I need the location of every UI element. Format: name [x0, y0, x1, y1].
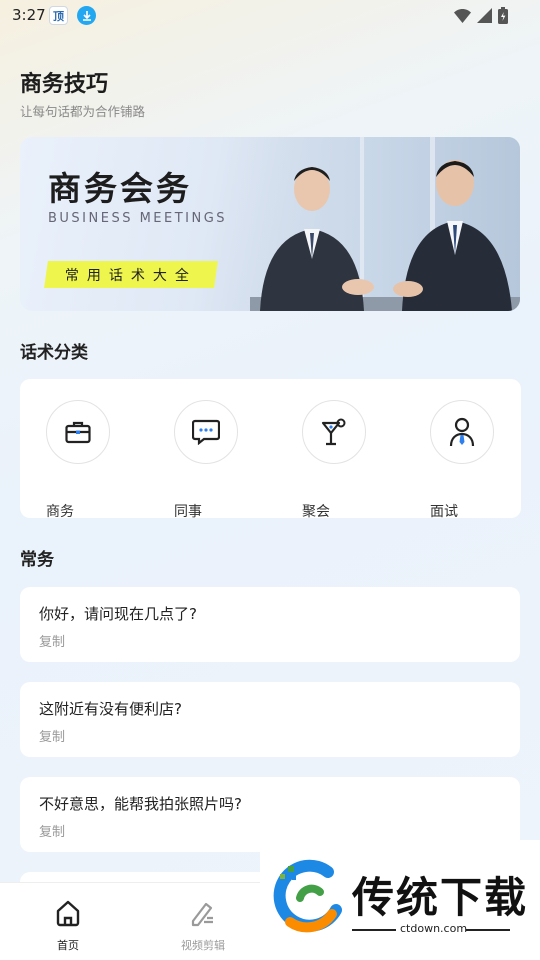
status-time: 3:27 [12, 6, 46, 24]
category-interview[interactable]: 面试 [430, 400, 496, 520]
watermark-line-right [466, 929, 510, 931]
watermark-logo [273, 859, 342, 933]
page-title: 商务技巧 [20, 72, 109, 97]
wifi-icon [454, 8, 471, 23]
battery-charging-icon [498, 7, 508, 24]
copy-button[interactable]: 复制 [39, 726, 65, 745]
phrase-text: 你好，请问现在几点了? [39, 605, 197, 623]
chat-bubble-icon [192, 419, 220, 445]
phrase-card[interactable]: 你好，请问现在几点了? 复制 [20, 587, 520, 662]
phrase-text: 不好意思，能帮我拍张照片吗? [39, 795, 242, 813]
banner-subtitle: BUSINESS MEETINGS [48, 211, 228, 226]
phrases-heading: 常务 [20, 550, 54, 570]
briefcase-icon [65, 421, 91, 444]
category-circle [302, 400, 366, 464]
businessmen-illustration [230, 137, 520, 311]
category-circle [174, 400, 238, 464]
tab-label: 视频剪辑 [181, 939, 225, 952]
copy-button[interactable]: 复制 [39, 821, 65, 840]
watermark: 传统下载 ctdown.com [260, 840, 540, 960]
watermark-text: 传统下载 [352, 873, 529, 922]
edit-pen-icon [189, 898, 217, 928]
category-label: 聚会 [302, 504, 330, 520]
app-notification-icon: 顶 [49, 6, 68, 25]
banner-tag: 常用话术大全 [44, 261, 218, 288]
category-colleague[interactable]: 同事 [174, 400, 240, 520]
home-icon [54, 898, 82, 928]
status-icons [454, 7, 508, 24]
page-subtitle: 让每句话都为合作铺路 [20, 104, 146, 119]
phrase-card[interactable]: 这附近有没有便利店? 复制 [20, 682, 520, 757]
categories-card: 商务 同事 聚会 面试 [20, 379, 521, 520]
download-arrow-icon [77, 6, 96, 25]
watermark-line-left [352, 929, 396, 931]
tab-label: 首页 [57, 939, 79, 952]
status-bar: 3:27 顶 [0, 0, 540, 32]
category-label: 同事 [174, 504, 202, 520]
cocktail-icon [321, 418, 346, 446]
signal-icon [477, 8, 492, 23]
tab-video-edit[interactable]: 视频剪辑 [163, 883, 243, 960]
banner-title: 商务会务 [48, 169, 192, 208]
categories-heading: 话术分类 [20, 343, 88, 363]
watermark-url: ctdown.com [400, 922, 468, 935]
phrase-text: 这附近有没有便利店? [39, 700, 182, 718]
person-tie-icon [449, 417, 475, 447]
category-circle [430, 400, 494, 464]
category-business[interactable]: 商务 [46, 400, 112, 520]
banner-tag-text: 常用话术大全 [65, 267, 197, 284]
category-circle [46, 400, 110, 464]
copy-button[interactable]: 复制 [39, 631, 65, 650]
category-label: 面试 [430, 504, 458, 520]
tab-home[interactable]: 首页 [28, 883, 108, 960]
business-meetings-banner[interactable]: 商务会务 BUSINESS MEETINGS 常用话术大全 [20, 137, 520, 311]
category-party[interactable]: 聚会 [302, 400, 368, 520]
category-label: 商务 [46, 504, 74, 520]
